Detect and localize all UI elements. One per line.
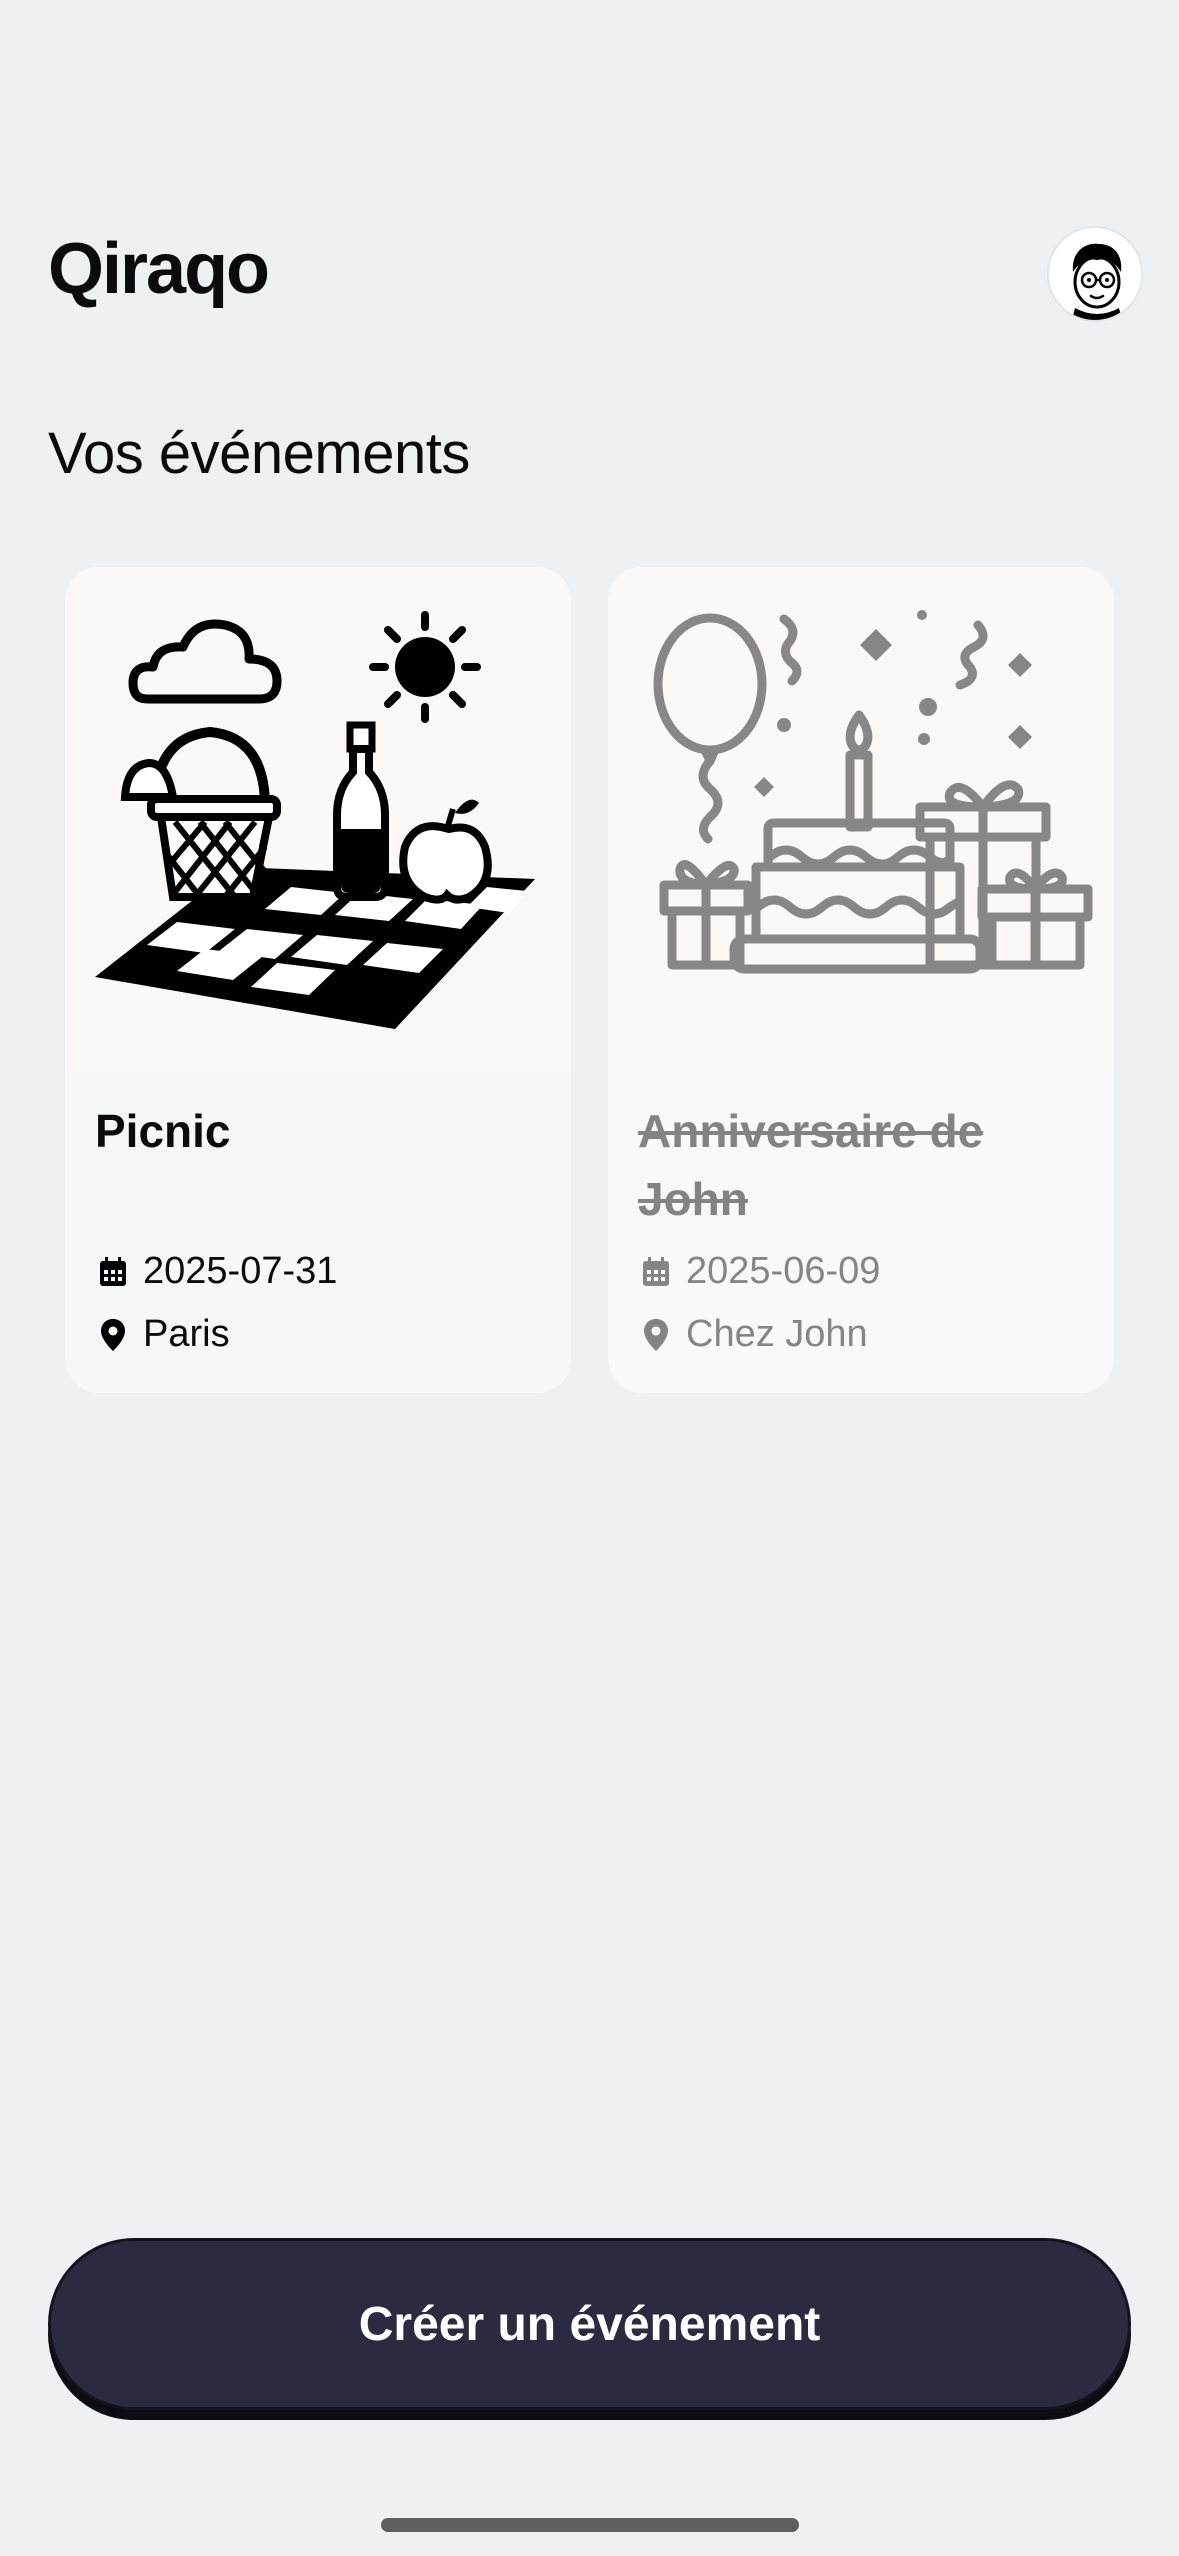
event-location-text: Chez John (686, 1313, 868, 1355)
calendar-icon (95, 1254, 131, 1290)
birthday-illustration (608, 567, 1114, 1072)
event-date: 2025-07-31 (95, 1250, 337, 1293)
section-title: Vos événements (48, 421, 470, 486)
event-title: Picnic (95, 1105, 231, 1157)
avatar-face-icon (1049, 228, 1141, 320)
event-card-birthday[interactable]: Anniversaire de John 2025-06-09 Chez Joh… (608, 567, 1114, 1393)
event-date-text: 2025-07-31 (143, 1250, 338, 1292)
location-pin-icon (638, 1317, 674, 1353)
event-location: Paris (95, 1313, 230, 1356)
avatar[interactable] (1047, 226, 1143, 322)
location-pin-icon (95, 1317, 131, 1353)
app-logo: Qiraqo (48, 229, 270, 309)
event-date: 2025-06-09 (638, 1250, 880, 1293)
app-screen: Qiraqo Vos événements Picnic 2025-07-31 … (0, 0, 1179, 2556)
event-location: Chez John (638, 1313, 868, 1356)
calendar-icon (638, 1254, 674, 1290)
event-card-picnic[interactable]: Picnic 2025-07-31 Paris (65, 567, 571, 1393)
home-indicator[interactable] (381, 2518, 799, 2532)
picnic-illustration (65, 567, 571, 1072)
event-title: Anniversaire de John (638, 1105, 984, 1225)
event-location-text: Paris (143, 1313, 230, 1355)
create-event-button[interactable]: Créer un événement (48, 2238, 1131, 2410)
event-date-text: 2025-06-09 (686, 1250, 881, 1292)
